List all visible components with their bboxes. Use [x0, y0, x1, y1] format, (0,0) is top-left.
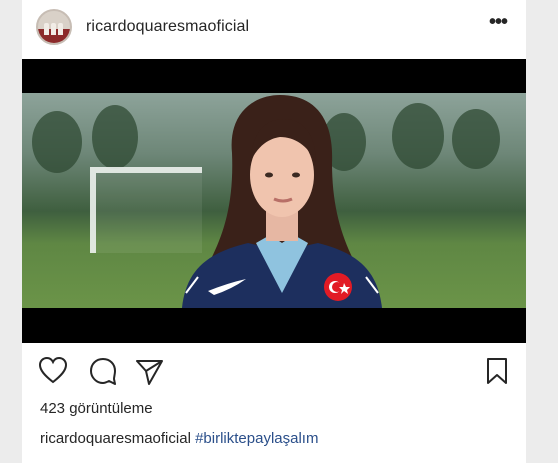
heart-icon[interactable] — [38, 356, 68, 386]
speech-bubble-icon[interactable] — [88, 356, 118, 386]
player-figure — [182, 95, 382, 308]
post-caption: ricardoquaresmaoficial #birliktepaylaşal… — [40, 430, 318, 447]
post-username[interactable]: ricardoquaresmaoficial — [86, 18, 249, 36]
avatar[interactable] — [36, 9, 72, 45]
view-count: 423 görüntüleme — [40, 400, 153, 417]
paper-plane-icon[interactable] — [134, 356, 164, 386]
post-actions — [22, 352, 526, 392]
caption-username[interactable]: ricardoquaresmaoficial — [40, 430, 191, 447]
post-header: ricardoquaresmaoficial ••• — [22, 6, 526, 50]
bookmark-icon[interactable] — [482, 356, 512, 386]
more-options-icon[interactable]: ••• — [486, 12, 510, 36]
post-video[interactable] — [22, 59, 526, 343]
instagram-post: ricardoquaresmaoficial ••• 423 görüntüle… — [22, 0, 526, 463]
video-frame — [22, 93, 526, 308]
caption-hashtag[interactable]: #birliktepaylaşalım — [195, 430, 318, 447]
